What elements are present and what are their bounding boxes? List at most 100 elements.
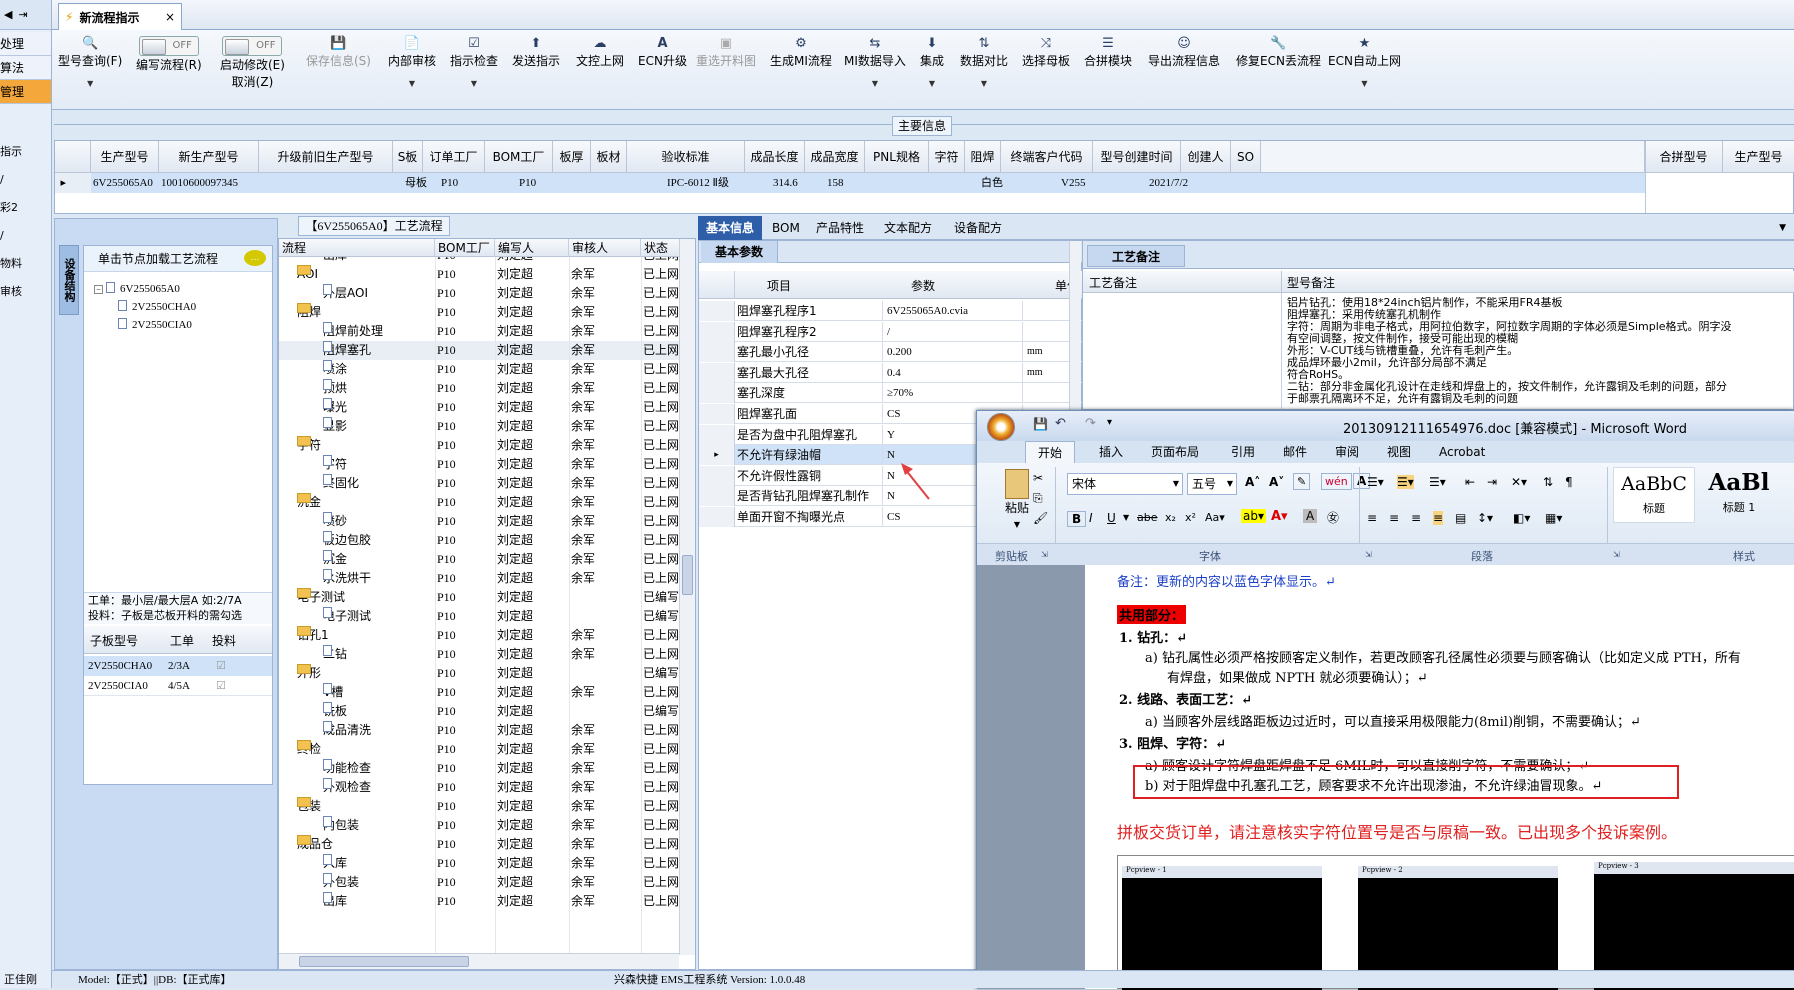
col-header[interactable]: S板 — [393, 141, 423, 173]
start-modify-toggle[interactable]: OFF 启动修改(E) 取消(Z) — [220, 36, 285, 90]
underline-icon[interactable]: U — [1107, 511, 1116, 525]
scrollbar-thumb[interactable] — [299, 956, 469, 967]
tree-node[interactable]: 成品清洗 — [323, 721, 433, 740]
tab-product-features[interactable]: 产品特性 — [816, 216, 864, 240]
tree-node[interactable]: V槽 — [323, 683, 433, 702]
col-header[interactable]: 状态 — [641, 239, 681, 257]
tree-child[interactable]: 2V2550CIA0 — [118, 318, 192, 331]
param-row[interactable]: 塞孔最小孔径 0.200 mm — [699, 342, 1083, 363]
col-header[interactable]: SO — [1231, 141, 1261, 173]
cell[interactable]: 白色 — [929, 173, 1011, 193]
model-query-button[interactable]: 🔍 型号查询(F) ▼ — [58, 36, 122, 88]
borders-icon[interactable]: ▦▾ — [1545, 511, 1562, 525]
tree-node[interactable]: 外观检查 — [323, 778, 433, 797]
tree-row[interactable]: −钻孔1 P10 刘定超 余军 已上网 — [279, 626, 679, 645]
ribbon-tab-view[interactable]: 视图 — [1387, 441, 1411, 463]
row-header[interactable] — [699, 301, 735, 321]
cell[interactable] — [259, 173, 393, 193]
copy-icon[interactable]: ⎘ — [1033, 491, 1043, 506]
tab-basic-info[interactable]: 基本信息 — [698, 216, 763, 240]
asian-layout-icon[interactable]: ✕▾ — [1511, 475, 1527, 489]
internal-review-button[interactable]: 📄 内部审核 ▼ — [388, 36, 436, 88]
col-header[interactable]: 板厚 — [553, 141, 591, 173]
param-row[interactable]: 阻焊塞孔程序2/ — [699, 321, 1083, 342]
shrink-font-icon[interactable]: A˅ — [1269, 475, 1284, 489]
tree-node[interactable]: 功能检查 — [323, 759, 433, 778]
tree-row[interactable]: 水洗烘干 P10 刘定超 余军 已上网 — [279, 569, 679, 588]
highlight-icon[interactable]: ab▾ — [1241, 509, 1266, 523]
tree-node[interactable]: 喷涂 — [323, 360, 433, 379]
font-size-select[interactable]: 五号 ▼ — [1187, 473, 1237, 495]
redo-icon[interactable]: ↷ — [1085, 416, 1096, 431]
col-header[interactable]: 阻焊 — [965, 141, 1001, 173]
italic-icon[interactable]: I — [1089, 511, 1093, 525]
merge-module-button[interactable]: ☰ 合拼模块 — [1084, 36, 1132, 69]
tree-row[interactable]: 外观检查 P10 刘定超 余军 已上网 — [279, 778, 679, 797]
col-header[interactable]: 编写人 — [495, 239, 569, 257]
font-color-icon[interactable]: A▾ — [1271, 509, 1288, 524]
tree-row[interactable]: −AOI P10 刘定超 余军 已上网 — [279, 265, 679, 284]
col-header[interactable]: 创建人 — [1181, 141, 1231, 173]
tree-node[interactable]: −成品仓 — [297, 835, 433, 854]
change-case-icon[interactable]: Aa▾ — [1205, 511, 1225, 524]
tree-node[interactable]: 字符 — [323, 455, 433, 474]
row-header[interactable] — [699, 486, 735, 507]
align-left-icon[interactable]: ≡ — [1367, 511, 1377, 525]
ecn-auto-online-button[interactable]: ★ ECN自动上网 ▼ — [1328, 36, 1401, 88]
col-header[interactable]: 流程 — [279, 239, 435, 257]
dialog-launcher-icon[interactable]: ⇲ — [1613, 550, 1620, 559]
write-process-toggle[interactable]: OFF 编写流程(R) — [136, 36, 202, 73]
tree-node[interactable]: 入库 — [323, 854, 433, 873]
clear-format-icon[interactable]: ✎ — [1293, 473, 1311, 490]
row-header[interactable] — [699, 321, 735, 342]
tree-row[interactable]: V槽 P10 刘定超 余军 已上网 — [279, 683, 679, 702]
tree-row[interactable]: −外形 P10 刘定超 已编写 — [279, 664, 679, 683]
row-header[interactable] — [699, 424, 735, 445]
row-header[interactable]: ▸ — [699, 445, 735, 466]
tree-node[interactable]: −钻孔1 — [297, 626, 433, 645]
param-value[interactable]: 6V255065A0.cvia — [887, 301, 1023, 321]
col-header[interactable]: PNL规格 — [865, 141, 929, 173]
tree-node[interactable]: 外包装 — [323, 873, 433, 892]
distribute-icon[interactable]: ▤ — [1455, 511, 1466, 525]
row-header[interactable] — [699, 404, 735, 424]
tree-node[interactable]: 出库 — [323, 257, 433, 265]
strikethrough-icon[interactable]: abe — [1137, 511, 1158, 524]
superscript-icon[interactable]: x² — [1185, 511, 1196, 524]
tree-row[interactable]: −字符 P10 刘定超 余军 已上网 — [279, 436, 679, 455]
col-header[interactable]: 成品宽度 — [805, 141, 865, 173]
tree-row[interactable]: 电子测试 P10 刘定超 已编写 — [279, 607, 679, 626]
tree-node[interactable]: 沉金 — [323, 550, 433, 569]
enclose-char-icon[interactable]: ㊛ — [1327, 509, 1339, 526]
tree-row[interactable]: 预烘 P10 刘定超 余军 已上网 — [279, 379, 679, 398]
write-process-switch[interactable]: OFF — [138, 36, 199, 56]
tree-row[interactable]: 显影 P10 刘定超 余军 已上网 — [279, 417, 679, 436]
ecn-upgrade-button[interactable]: A ECN升级 — [638, 36, 687, 69]
cell[interactable]: P10 — [435, 173, 485, 193]
tree-node[interactable]: 阻焊前处理 — [323, 322, 433, 341]
nav-sub-1[interactable]: 指示 — [0, 138, 51, 166]
cell[interactable]: P10 — [485, 173, 553, 193]
horizontal-scrollbar[interactable] — [279, 953, 679, 969]
tree-row[interactable]: −成品仓 P10 刘定超 余军 已上网 — [279, 835, 679, 854]
col-header[interactable]: 投料 — [212, 632, 236, 649]
integrate-button[interactable]: ⬇ 集成 ▼ — [920, 36, 944, 88]
reselect-cutting-diagram-button[interactable]: ▣ 重选开料图 — [696, 36, 756, 69]
align-right-icon[interactable]: ≡ — [1411, 511, 1421, 525]
tree-row[interactable]: 内包装 P10 刘定超 余军 已上网 — [279, 816, 679, 835]
tree-node[interactable]: −包装 — [297, 797, 433, 816]
tree-row[interactable]: 二钻 P10 刘定超 余军 已上网 — [279, 645, 679, 664]
tree-node[interactable]: 阻焊塞孔 — [323, 341, 433, 360]
save-info-button[interactable]: 💾 保存信息(S) — [306, 36, 371, 69]
tree-node[interactable]: 水洗烘干 — [323, 569, 433, 588]
col-header[interactable]: 验收标准 — [627, 141, 745, 173]
vertical-scrollbar[interactable] — [679, 239, 695, 955]
collapse-icon[interactable]: − — [94, 285, 103, 294]
ribbon-tab-references[interactable]: 引用 — [1231, 441, 1255, 463]
multilevel-list-icon[interactable]: ☰▾ — [1429, 475, 1446, 489]
tree-node[interactable]: 板边包胶 — [323, 531, 433, 550]
ribbon-tab-layout[interactable]: 页面布局 — [1151, 441, 1199, 463]
collapse-left-icon[interactable]: ◀ — [4, 8, 12, 21]
tree-row[interactable]: −沉金 P10 刘定超 余军 已上网 — [279, 493, 679, 512]
cell[interactable] — [553, 173, 591, 193]
